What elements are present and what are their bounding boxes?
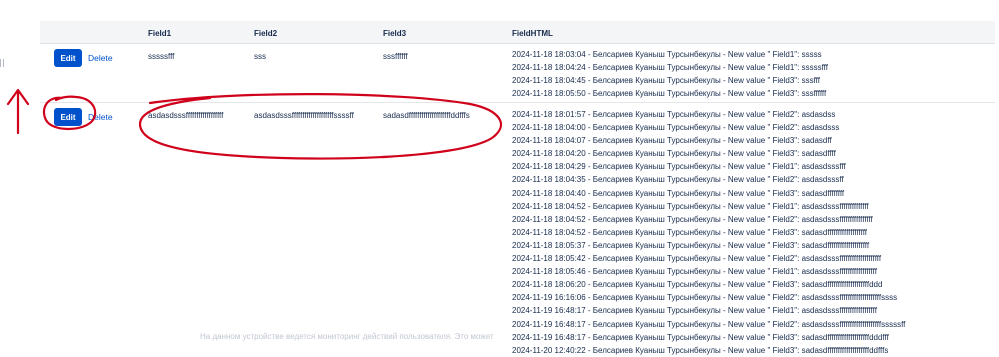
cell-field1: asdasdsssffffffffffffffffff — [148, 111, 224, 120]
header-field1: Field1 — [148, 29, 172, 38]
history-list: 2024-11-18 18:03:04 - Белсариев Куаныш Т… — [512, 48, 828, 100]
up-arrow-annotation — [6, 88, 30, 135]
cell-field2: asdasdsssffffffffffffffffffffssssff — [254, 111, 354, 120]
history-entry: 2024-11-18 18:05:46 - Белсариев Куаныш Т… — [512, 267, 877, 277]
edit-button[interactable]: Edit — [54, 108, 82, 126]
history-entry: 2024-11-19 16:48:17 - Белсариев Куаныш Т… — [512, 306, 877, 316]
header-field3: Field3 — [383, 29, 407, 38]
header-fieldhtml: FieldHTML — [512, 29, 553, 38]
history-entry: 2024-11-18 18:05:37 - Белсариев Куаныш Т… — [512, 240, 870, 250]
history-entry: 2024-11-18 18:04:29 - Белсариев Куаныш Т… — [512, 162, 846, 172]
history-entry: 2024-11-18 18:04:35 - Белсариев Куаныш Т… — [512, 175, 844, 185]
monitoring-notice: На данном устройстве ведется мониторинг … — [200, 332, 494, 341]
history-entry: 2024-11-20 12:40:22 - Белсариев Куаныш Т… — [512, 345, 889, 355]
history-entry: 2024-11-18 18:04:52 - Белсариев Куаныш Т… — [512, 214, 873, 224]
delete-link[interactable]: Delete — [88, 112, 113, 122]
cell-field3: sssffffff — [383, 52, 408, 61]
cell-field3: sadasdffffffffffffffffffffddfffs — [383, 111, 470, 120]
resize-grip[interactable] — [0, 59, 4, 67]
history-entry: 2024-11-18 18:06:20 - Белсариев Куаныш Т… — [512, 280, 883, 290]
table-row: Edit Delete asdasdsssffffffffffffffffff … — [40, 103, 995, 355]
history-entry: 2024-11-18 18:03:04 - Белсариев Куаныш Т… — [512, 50, 822, 59]
history-entry: 2024-11-18 18:04:20 - Белсариев Куаныш Т… — [512, 149, 836, 159]
history-entry: 2024-11-18 18:04:52 - Белсариев Куаныш Т… — [512, 227, 868, 237]
cell-field2: sss — [254, 52, 266, 61]
history-entry: 2024-11-18 18:04:00 - Белсариев Куаныш Т… — [512, 123, 840, 133]
edit-button[interactable]: Edit — [54, 49, 82, 67]
history-entry: 2024-11-18 18:04:52 - Белсариев Куаныш Т… — [512, 201, 869, 211]
history-entry: 2024-11-18 18:04:24 - Белсариев Куаныш Т… — [512, 63, 828, 73]
history-entry: 2024-11-18 18:01:57 - Белсариев Куаныш Т… — [512, 110, 836, 119]
history-entry: 2024-11-19 16:48:17 - Белсариев Куаныш Т… — [512, 332, 889, 342]
cell-field1: sssssfff — [148, 52, 175, 61]
delete-link[interactable]: Delete — [88, 53, 113, 63]
history-entry: 2024-11-18 18:04:40 - Белсариев Куаныш Т… — [512, 188, 845, 198]
history-entry: 2024-11-18 18:04:45 - Белсариев Куаныш Т… — [512, 76, 820, 86]
header-field2: Field2 — [254, 29, 278, 38]
history-entry: 2024-11-18 18:04:07 - Белсариев Куаныш Т… — [512, 136, 832, 146]
history-entry: 2024-11-18 18:05:42 - Белсариев Куаныш Т… — [512, 254, 882, 264]
history-entry: 2024-11-19 16:16:06 - Белсариев Куаныш Т… — [512, 293, 898, 303]
history-list: 2024-11-18 18:01:57 - Белсариев Куаныш Т… — [512, 108, 905, 357]
table-header: Field1 Field2 Field3 FieldHTML — [40, 21, 995, 44]
history-entry: 2024-11-19 16:48:17 - Белсариев Куаныш Т… — [512, 319, 906, 329]
history-entry: 2024-11-18 18:05:50 - Белсариев Куаныш Т… — [512, 89, 827, 99]
table-row: Edit Delete sssssfff sss sssffffff 2024-… — [40, 44, 995, 103]
